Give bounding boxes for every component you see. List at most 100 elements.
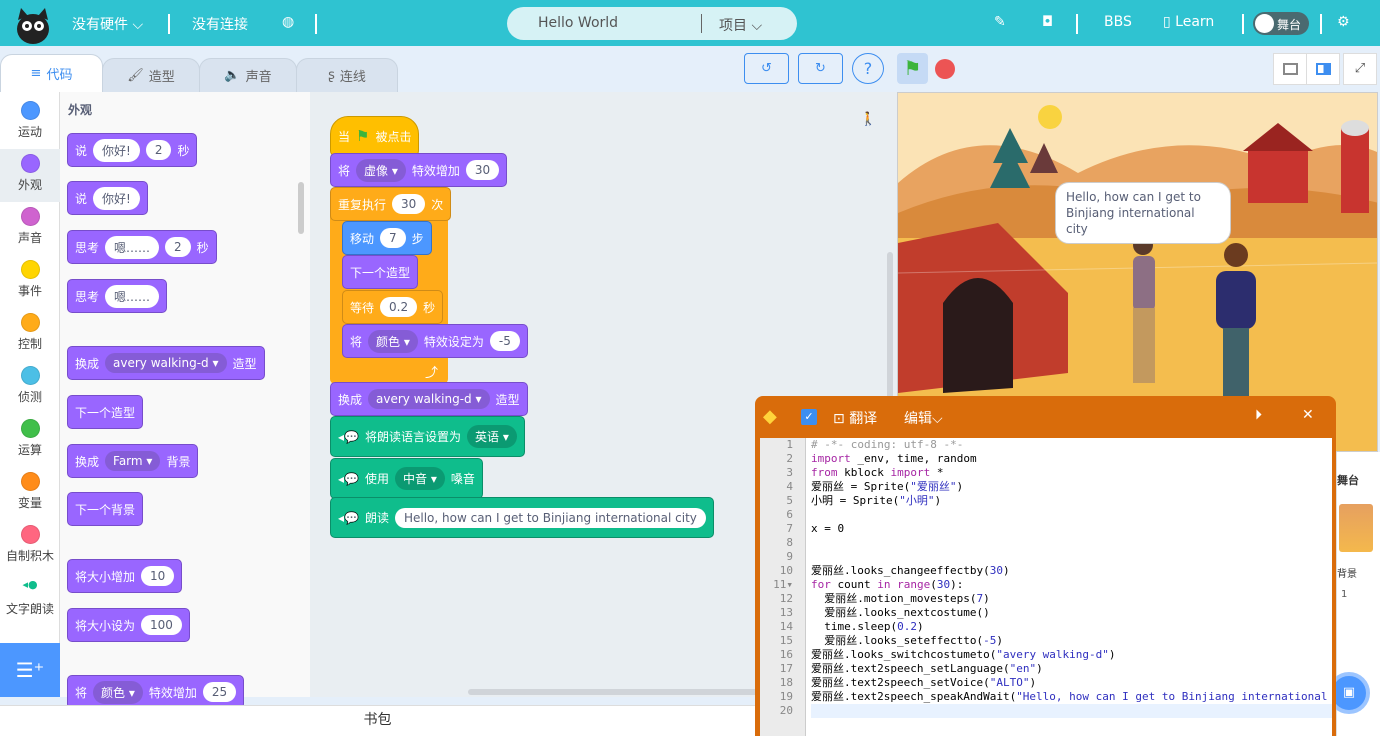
palette-block[interactable]: 将颜色特效增加 25 bbox=[67, 675, 245, 709]
script-block-switch_costume[interactable]: 换成 avery walking-d 造型 bbox=[330, 382, 528, 416]
tab-wiring[interactable]: ʂ 连线 bbox=[296, 58, 398, 92]
palette-block[interactable]: 将大小增加 10 bbox=[67, 559, 183, 593]
add-extension-button[interactable]: ☰⁺ bbox=[0, 643, 60, 697]
script-block-hat[interactable]: 当 ⚑ 被点击 bbox=[330, 116, 420, 156]
palette-block[interactable]: 说你好! 2 秒 bbox=[67, 133, 198, 167]
block-input[interactable]: 7 bbox=[380, 228, 406, 248]
script-block-next_costume[interactable]: 下一个造型 bbox=[342, 255, 419, 289]
palette-block[interactable]: 下一个背景 bbox=[67, 492, 144, 526]
undo-icon: ↺ bbox=[761, 61, 772, 76]
palette-block[interactable]: 换成 avery walking-d 造型 bbox=[67, 346, 265, 380]
block-dropdown[interactable]: avery walking-d bbox=[368, 389, 490, 409]
block-input[interactable]: 嗯…… bbox=[105, 235, 160, 259]
script-block-set_voice[interactable]: ◂💬 使用中音嗓音 bbox=[330, 458, 483, 499]
bbs-link[interactable]: BBS bbox=[1104, 14, 1132, 30]
category-label: 运动 bbox=[17, 125, 42, 139]
block-input[interactable]: 你好! bbox=[93, 186, 140, 210]
line-number: 16 bbox=[779, 648, 793, 661]
stage-toggle[interactable]: 舞台 bbox=[1253, 12, 1309, 35]
sync-checkbox[interactable]: ✓ bbox=[801, 409, 817, 425]
tab-sounds[interactable]: 🔈 声音 bbox=[199, 58, 297, 92]
stop-button[interactable] bbox=[935, 59, 955, 79]
block-dropdown[interactable]: Farm bbox=[105, 451, 161, 471]
category-9[interactable]: ◂● 文字朗读 bbox=[0, 573, 60, 626]
palette-block[interactable]: 将大小设为 100 bbox=[67, 608, 190, 642]
category-menu: 运动外观 声音 事件 控制 侦测 运算 变量 自制积木 ◂● 文字朗读 bbox=[0, 92, 60, 643]
block-text: 换成 bbox=[338, 392, 363, 407]
block-dropdown[interactable]: 中音 bbox=[394, 467, 445, 490]
project-name[interactable]: Hello World bbox=[538, 15, 618, 31]
edit-icon[interactable]: ✎ bbox=[994, 14, 1006, 30]
project-bar: Hello World 项目 ⌵ bbox=[507, 7, 797, 40]
category-4[interactable]: 控制 bbox=[0, 308, 60, 361]
palette-block[interactable]: 说你好! bbox=[67, 181, 148, 215]
close-icon[interactable]: ✕ bbox=[1302, 407, 1314, 423]
undo-button[interactable]: ↺ bbox=[744, 53, 789, 84]
script-block-effect_change[interactable]: 将虚像特效增加 30 bbox=[330, 153, 508, 187]
green-flag-button[interactable]: ⚑ bbox=[897, 53, 928, 84]
block-input[interactable]: 100 bbox=[141, 615, 182, 635]
block-input[interactable]: 30 bbox=[465, 160, 500, 180]
run-icon[interactable]: ⏵ bbox=[1255, 407, 1262, 423]
block-input[interactable]: 嗯…… bbox=[105, 284, 160, 308]
block-input[interactable]: 25 bbox=[202, 682, 237, 702]
block-input[interactable]: Hello, how can I get to Binjiang interna… bbox=[394, 507, 706, 528]
edit-menu[interactable]: 编辑⌵ bbox=[904, 408, 943, 428]
camera-icon[interactable]: ◘ bbox=[1042, 14, 1053, 30]
backdrop-thumbnail[interactable] bbox=[1339, 504, 1373, 552]
block-input[interactable]: -5 bbox=[489, 331, 520, 351]
globe-icon[interactable]: ◍ bbox=[282, 14, 294, 30]
palette-block[interactable]: 思考 嗯…… bbox=[67, 279, 168, 313]
normal-stage-button[interactable] bbox=[1306, 53, 1340, 85]
palette-block[interactable]: 下一个造型 bbox=[67, 395, 144, 429]
sprite-avery[interactable] bbox=[1133, 235, 1155, 383]
block-dropdown[interactable]: 颜色 bbox=[93, 680, 143, 704]
tab-costumes[interactable]: 🖌 造型 bbox=[102, 58, 200, 92]
translate-button[interactable]: ⊡ 翻译 bbox=[833, 408, 877, 428]
line-number: 10 bbox=[779, 564, 793, 577]
block-input[interactable]: 2 bbox=[165, 237, 191, 257]
backpack-bar[interactable]: 书包 bbox=[0, 705, 755, 736]
palette-scrollbar[interactable] bbox=[298, 182, 304, 234]
category-3[interactable]: 事件 bbox=[0, 255, 60, 308]
block-dropdown[interactable]: 颜色 bbox=[368, 329, 418, 353]
script-block-wait[interactable]: 等待 0.2 秒 bbox=[342, 290, 444, 324]
category-0[interactable]: 运动 bbox=[0, 96, 60, 149]
script-block-repeat[interactable]: 重复执行 30 次 bbox=[330, 187, 452, 221]
block-dropdown[interactable]: 虚像 bbox=[356, 158, 406, 182]
category-2[interactable]: 声音 bbox=[0, 202, 60, 255]
script-horizontal-scrollbar[interactable] bbox=[468, 689, 758, 695]
palette-heading: 外观 bbox=[68, 103, 93, 117]
category-8[interactable]: 自制积木 bbox=[0, 520, 60, 573]
redo-button[interactable]: ↻ bbox=[798, 53, 843, 84]
category-5[interactable]: 侦测 bbox=[0, 361, 60, 414]
settings-icon[interactable]: ⚙ bbox=[1337, 14, 1350, 30]
code-editor[interactable]: 1 2 3 4 5 6 7 8 9 10 11▾ 12 13 14 15 16 17 18 19 20 # -*- c… bbox=[760, 438, 1332, 736]
block-dropdown[interactable]: avery walking-d bbox=[105, 353, 227, 373]
script-block-speak[interactable]: ◂💬 朗读 Hello, how can I get to Binjiang int… bbox=[330, 497, 714, 538]
category-1[interactable]: 外观 bbox=[0, 149, 60, 202]
hardware-menu[interactable]: 没有硬件 ⌵ bbox=[72, 14, 143, 34]
fullscreen-button[interactable]: ⤢ bbox=[1343, 53, 1377, 85]
script-block-effect_set[interactable]: 将颜色特效设定为 -5 bbox=[342, 324, 528, 358]
palette-block[interactable]: 换成 Farm 背景 bbox=[67, 444, 199, 478]
block-input[interactable]: 2 bbox=[145, 140, 172, 160]
block-dropdown[interactable]: 英语 bbox=[466, 425, 517, 448]
small-stage-button[interactable] bbox=[1273, 53, 1307, 85]
category-6[interactable]: 运算 bbox=[0, 414, 60, 467]
tab-code[interactable]: ≡ 代码 bbox=[0, 54, 103, 92]
project-menu[interactable]: 项目 ⌵ bbox=[719, 15, 762, 35]
toggle-knob bbox=[1255, 14, 1274, 33]
connection-button[interactable]: 没有连接 bbox=[192, 14, 248, 34]
palette-block[interactable]: 思考 嗯…… 2 秒 bbox=[67, 230, 217, 264]
block-input[interactable]: 你好! bbox=[93, 138, 140, 162]
script-block-move[interactable]: 移动 7 步 bbox=[342, 221, 432, 255]
block-input[interactable]: 10 bbox=[141, 566, 175, 586]
code-line: 爱丽丝.motion_movesteps(7) bbox=[811, 592, 990, 605]
block-input[interactable]: 0.2 bbox=[380, 297, 418, 317]
script-block-set_language[interactable]: ◂💬 将朗读语言设置为 英语 bbox=[330, 416, 525, 457]
block-input[interactable]: 30 bbox=[392, 194, 426, 214]
category-7[interactable]: 变量 bbox=[0, 467, 60, 520]
help-button[interactable]: ? bbox=[852, 53, 884, 84]
learn-link[interactable]: ▯ Learn bbox=[1163, 14, 1214, 30]
